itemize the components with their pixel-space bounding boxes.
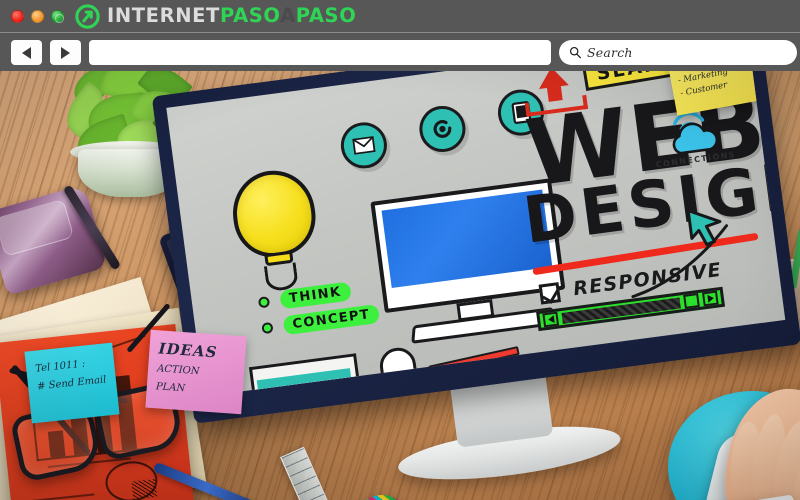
window-controls [11,9,64,23]
brand-part-a: A [280,4,296,28]
search-placeholder-text: Search [587,45,633,60]
forward-button[interactable] [50,40,81,65]
internet-paso-a-paso-logo-icon [75,3,100,29]
chevron-right-icon [706,294,714,303]
arrow-right-icon [61,46,70,59]
slider-handle [683,293,700,309]
chevron-left-icon [547,315,555,324]
sticky-ideas-title: IDEAS [157,339,218,362]
bullet-dot [257,296,271,309]
slider-fill [561,296,681,324]
close-button[interactable] [11,9,24,23]
sticky-phone-line2: # Send Email [36,373,107,393]
sticky-note-ideas: IDEAS ACTION PLAN [145,329,247,415]
arrow-left-icon [22,46,31,59]
brand-text: INTERNETPASOAPASO [107,6,356,26]
brand-part-internet: INTERNET [107,4,220,28]
brand-part-paso-1: PASO [219,4,281,28]
title-bar: INTERNETPASOAPASO [0,0,800,33]
navigation-toolbar: Search [0,34,800,71]
search-field[interactable]: Search [559,40,797,65]
pouch-flap [0,198,75,257]
tag-concept: CONCEPT [282,303,381,336]
lightbulb-icon [227,165,321,262]
bullet-dot [261,321,274,335]
refresh-icon [416,103,469,155]
minimize-button[interactable] [31,9,44,23]
slider-prev-button [542,311,560,328]
sticky-ideas-line2: PLAN [155,381,186,395]
checkbox-checked-icon [538,282,562,305]
sticky-ideas-line1: ACTION [156,363,200,378]
brand-logo[interactable]: INTERNETPASOAPASO [75,3,356,29]
browser-window: INTERNETPASOAPASO Search THINK CONCEPT W… [0,0,800,500]
url-input[interactable] [89,40,551,65]
brand-part-paso-2: PASO [295,4,357,28]
mouse-cursor-icon [682,202,731,251]
slider-next-button [701,290,719,307]
envelope-icon [338,119,390,172]
sticky-note-phone: Tel 1011 : # Send Email [24,342,120,424]
zoom-button[interactable] [51,9,64,23]
page-hero-image: THINK CONCEPT WEB DESIGN RESPONSIVE CONN… [0,71,800,500]
back-button[interactable] [11,40,42,65]
magnifier-icon [569,46,582,59]
